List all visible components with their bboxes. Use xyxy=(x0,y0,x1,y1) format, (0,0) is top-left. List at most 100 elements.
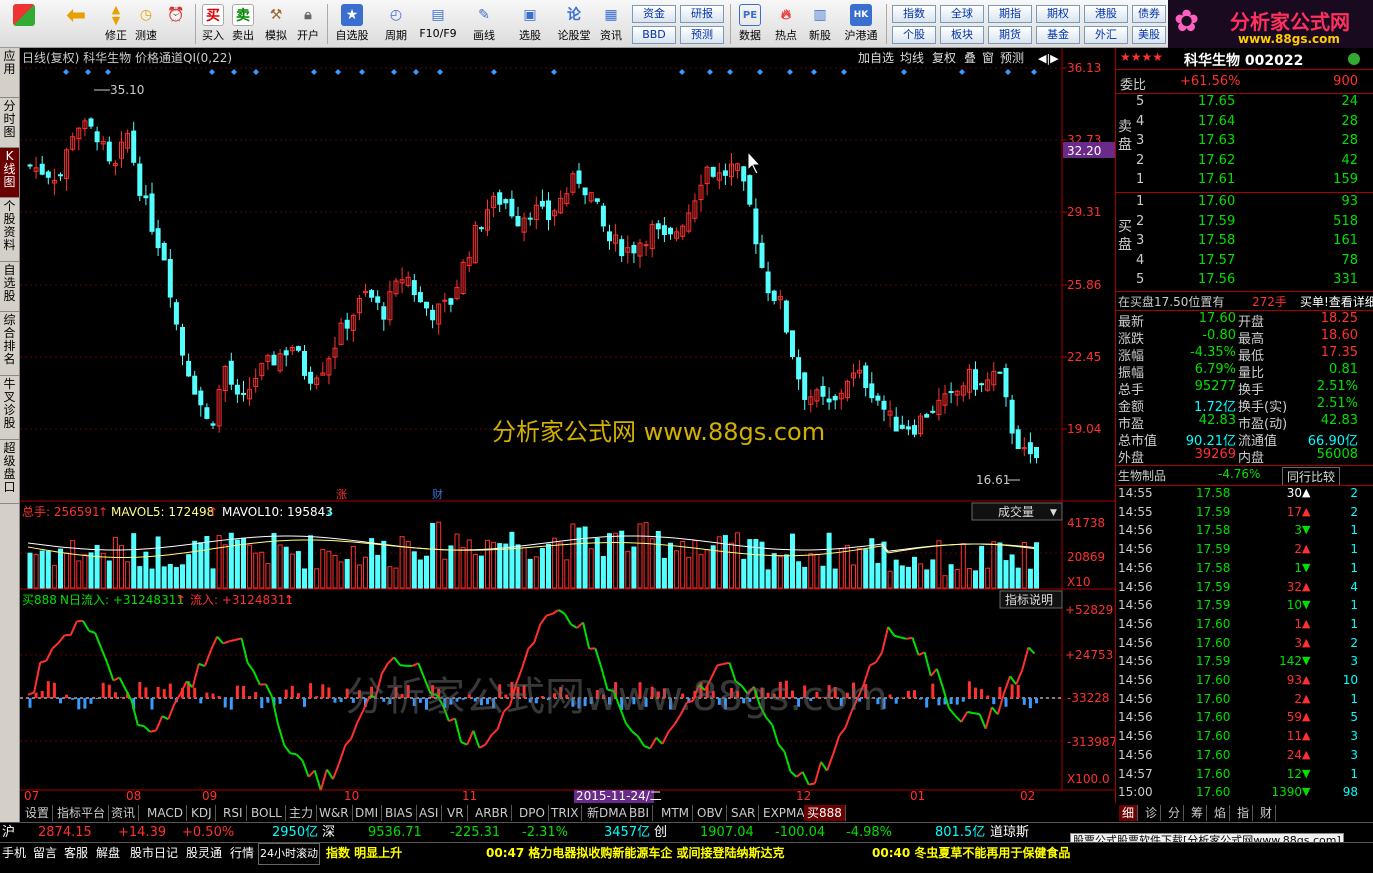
draw-button[interactable]: ✎ 画线 xyxy=(464,2,504,46)
funds-button[interactable]: 基金 xyxy=(1036,26,1080,44)
lingtong-link[interactable]: 股灵通 xyxy=(186,843,222,863)
support-link[interactable]: 客服 xyxy=(64,843,88,863)
hk-connect-button[interactable]: HK 沪港通 xyxy=(840,2,882,46)
up-down-button[interactable]: ▲ ▼ 修正 xyxy=(102,2,130,46)
indicator-tab[interactable]: OBV xyxy=(694,805,727,821)
notice-link[interactable]: 买单!查看详细 xyxy=(1300,293,1373,310)
indicator-tab[interactable]: 指标平台 xyxy=(54,805,110,821)
indicator-tab[interactable]: 资讯 xyxy=(108,805,140,821)
index-button[interactable]: 指数 xyxy=(892,5,936,23)
forecast-button[interactable]: 预测 xyxy=(680,26,724,44)
indicator-tab[interactable]: ARBR xyxy=(472,805,513,821)
kline-chart[interactable]: 日线(复权) 科华生物 价格通道QI(0,22) 加自选 均线 复权 叠 窗 预… xyxy=(20,48,1121,803)
indicator-tab[interactable]: 新DMA xyxy=(584,805,631,821)
quote-tab[interactable]: 指 xyxy=(1234,805,1254,821)
capital-button[interactable]: 资金 xyxy=(632,5,676,23)
simulate-button[interactable]: ⚒ 模拟 xyxy=(262,2,290,46)
tab-ranking[interactable]: 综合排名 xyxy=(0,312,19,376)
news-button[interactable]: ▦ 资讯 xyxy=(596,2,626,46)
scroll-arrows-icon[interactable]: ◀|▶ xyxy=(1038,52,1059,65)
research-button[interactable]: 研报 xyxy=(680,5,724,23)
us-stocks-button[interactable]: 美股 xyxy=(1132,26,1166,44)
event-marker[interactable]: 涨 xyxy=(336,488,347,501)
bonds-button[interactable]: 债券 xyxy=(1132,5,1166,23)
indicator-tab[interactable]: MTM xyxy=(658,805,694,821)
sell-order-row[interactable]: 4 17.64 28 xyxy=(1116,114,1373,133)
predict-button[interactable]: 预测 xyxy=(1000,51,1024,65)
ipo-button[interactable]: ▥ 新股 xyxy=(806,2,834,46)
indicator-tab[interactable]: 主力 xyxy=(286,805,318,821)
global-button[interactable]: 全球 xyxy=(940,5,984,23)
tab-stock-info[interactable]: 个股资料 xyxy=(0,198,19,262)
buy-order-row[interactable]: 4 17.57 78 xyxy=(1116,253,1373,272)
tab-watchlist[interactable]: 自选股 xyxy=(0,262,19,312)
indicator-tab[interactable]: BIAS xyxy=(382,805,417,821)
back-button[interactable]: ⬅ xyxy=(58,2,94,46)
tab-diagnosis[interactable]: 牛叉诊股 xyxy=(0,376,19,440)
tab-apps[interactable]: 应用 xyxy=(0,48,19,98)
options-button[interactable]: 期权 xyxy=(1036,5,1080,23)
watchlist-button[interactable]: ★ 自选股 xyxy=(332,2,372,46)
news-item[interactable]: 00:47 格力电器拟收购新能源车企 或间接登陆纳斯达克 xyxy=(486,843,785,863)
sell-order-row[interactable]: 2 17.62 42 xyxy=(1116,153,1373,172)
quote-tab[interactable]: 财 xyxy=(1257,805,1277,821)
tab-intraday[interactable]: 分时图 xyxy=(0,98,19,148)
analysis-link[interactable]: 解盘 xyxy=(96,843,120,863)
quote-tab[interactable]: 细 xyxy=(1119,805,1139,821)
forum-button[interactable]: 论 论股堂 xyxy=(554,2,594,46)
indicator-tab[interactable]: ASI xyxy=(416,805,443,821)
event-marker[interactable]: 财 xyxy=(432,487,443,501)
indicator-tab[interactable]: VR xyxy=(444,805,468,821)
quote-tab[interactable]: 焰 xyxy=(1211,805,1231,821)
indicator-tab[interactable]: 设置 xyxy=(22,805,54,821)
index-futures-button[interactable]: 期指 xyxy=(988,5,1032,23)
sell-order-row[interactable]: 3 17.63 28 xyxy=(1116,133,1373,152)
indicator-tab[interactable]: 买888 xyxy=(804,805,846,821)
open-account-button[interactable]: 🔒︎ 开户 xyxy=(294,2,322,46)
stocks-button[interactable]: 个股 xyxy=(892,26,936,44)
volume-select[interactable]: 成交量 xyxy=(998,504,1034,519)
chevron-down-icon[interactable]: ▼ xyxy=(1050,508,1057,518)
futures-button[interactable]: 期货 xyxy=(988,26,1032,44)
indicator-tab[interactable]: DMI xyxy=(352,805,383,821)
globe-icon[interactable] xyxy=(1348,53,1360,65)
screener-button[interactable]: ▣ 选股 xyxy=(510,2,550,46)
add-watchlist-button[interactable]: 加自选 xyxy=(858,51,894,65)
indicator-tab[interactable]: TRIX xyxy=(548,805,583,821)
tab-kline[interactable]: K线图 xyxy=(0,148,19,198)
speedtest-button[interactable]: ◷ 测速 xyxy=(132,2,160,46)
overlay-button[interactable]: 叠 xyxy=(964,51,976,65)
news-item[interactable]: 00:40 冬虫夏草不能再用于保健食品 xyxy=(872,843,1070,863)
indicator-tab[interactable]: DPO xyxy=(516,805,549,821)
alarm-button[interactable]: ⏰ xyxy=(162,2,190,46)
tab-super-quote[interactable]: 超级盘口 xyxy=(0,440,19,504)
buy-order-row[interactable]: 1 17.60 93 xyxy=(1116,194,1373,213)
period-button[interactable]: ◴ 周期 xyxy=(378,2,414,46)
bbd-button[interactable]: BBD xyxy=(632,26,676,44)
buy-order-row[interactable]: 5 17.56 331 xyxy=(1116,272,1373,291)
app-menu-button[interactable] xyxy=(6,2,42,46)
indicator-help-button[interactable]: 指标说明 xyxy=(1005,592,1053,607)
quote-link[interactable]: 行情 xyxy=(230,843,254,863)
data-button[interactable]: PE 数据 xyxy=(736,2,764,46)
quote-tab[interactable]: 诊 xyxy=(1142,805,1162,821)
indicator-tab[interactable]: RSI xyxy=(220,805,247,821)
sell-order-row[interactable]: 5 17.65 24 xyxy=(1116,94,1373,113)
sectors-button[interactable]: 板块 xyxy=(940,26,984,44)
quote-tab[interactable]: 筹 xyxy=(1188,805,1208,821)
indicator-tab[interactable]: KDJ xyxy=(188,805,216,821)
news-item[interactable]: 指数 明显上升 xyxy=(326,843,402,863)
ma-button[interactable]: 均线 xyxy=(900,51,924,65)
adjust-button[interactable]: 复权 xyxy=(932,51,956,65)
indicator-tab[interactable]: W&R xyxy=(316,805,353,821)
indicator-tab[interactable]: SAR xyxy=(728,805,760,821)
forex-button[interactable]: 外汇 xyxy=(1084,26,1128,44)
indicator-tab[interactable]: MACD xyxy=(144,805,187,821)
f10-button[interactable]: ▤ F10/F9 xyxy=(418,2,458,46)
buy-button[interactable]: 买 买入 xyxy=(200,2,226,46)
indicator-tab[interactable]: BBI xyxy=(626,805,654,821)
message-link[interactable]: 留言 xyxy=(33,843,57,863)
indicator-tab[interactable]: BOLL xyxy=(248,805,286,821)
hk-stocks-button[interactable]: 港股 xyxy=(1084,5,1128,23)
buy-order-row[interactable]: 2 17.59 518 xyxy=(1116,214,1373,233)
